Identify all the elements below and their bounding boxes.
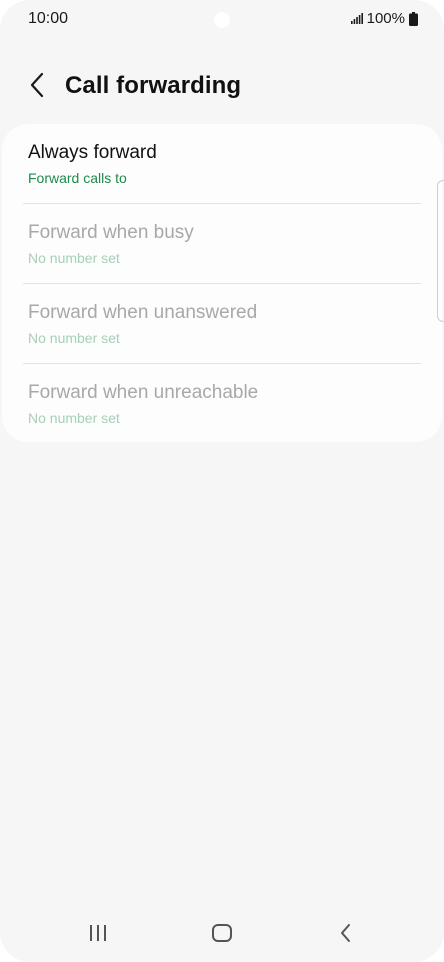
back-arrow-icon [29, 72, 45, 103]
nav-back-button[interactable] [326, 920, 366, 950]
option-subtitle: Forward calls to [28, 170, 127, 186]
navigation-bar [0, 912, 444, 958]
call-forwarding-options: Always forward Forward calls to Forward … [2, 124, 442, 442]
scroll-indicator[interactable] [437, 180, 444, 322]
status-bar: 10:00 100% [0, 0, 444, 38]
app-header: Call forwarding [0, 62, 444, 112]
option-title: Always forward [28, 142, 157, 163]
battery-percent: 100% [366, 10, 405, 27]
option-forward-when-unreachable[interactable]: Forward when unreachable No number set [2, 364, 442, 443]
back-button[interactable] [20, 70, 54, 104]
status-icons: 100% [350, 10, 418, 27]
option-title: Forward when busy [28, 222, 194, 243]
option-always-forward[interactable]: Always forward Forward calls to [2, 124, 442, 203]
option-subtitle: No number set [28, 250, 120, 266]
back-icon [339, 923, 353, 948]
battery-icon [409, 11, 418, 26]
option-title: Forward when unanswered [28, 302, 258, 323]
option-forward-when-busy[interactable]: Forward when busy No number set [2, 204, 442, 283]
option-subtitle: No number set [28, 330, 120, 346]
page-title: Call forwarding [65, 72, 242, 99]
signal-icon [350, 13, 363, 24]
recents-icon [88, 924, 108, 947]
home-icon [211, 923, 233, 948]
recents-button[interactable] [78, 920, 118, 950]
option-subtitle: No number set [28, 410, 120, 426]
front-camera [214, 12, 230, 28]
status-time: 10:00 [28, 10, 69, 27]
option-title: Forward when unreachable [28, 382, 259, 403]
option-forward-when-unanswered[interactable]: Forward when unanswered No number set [2, 284, 442, 363]
home-button[interactable] [202, 920, 242, 950]
phone-screen: 10:00 100% Call forwarding Always forwar… [0, 0, 444, 962]
